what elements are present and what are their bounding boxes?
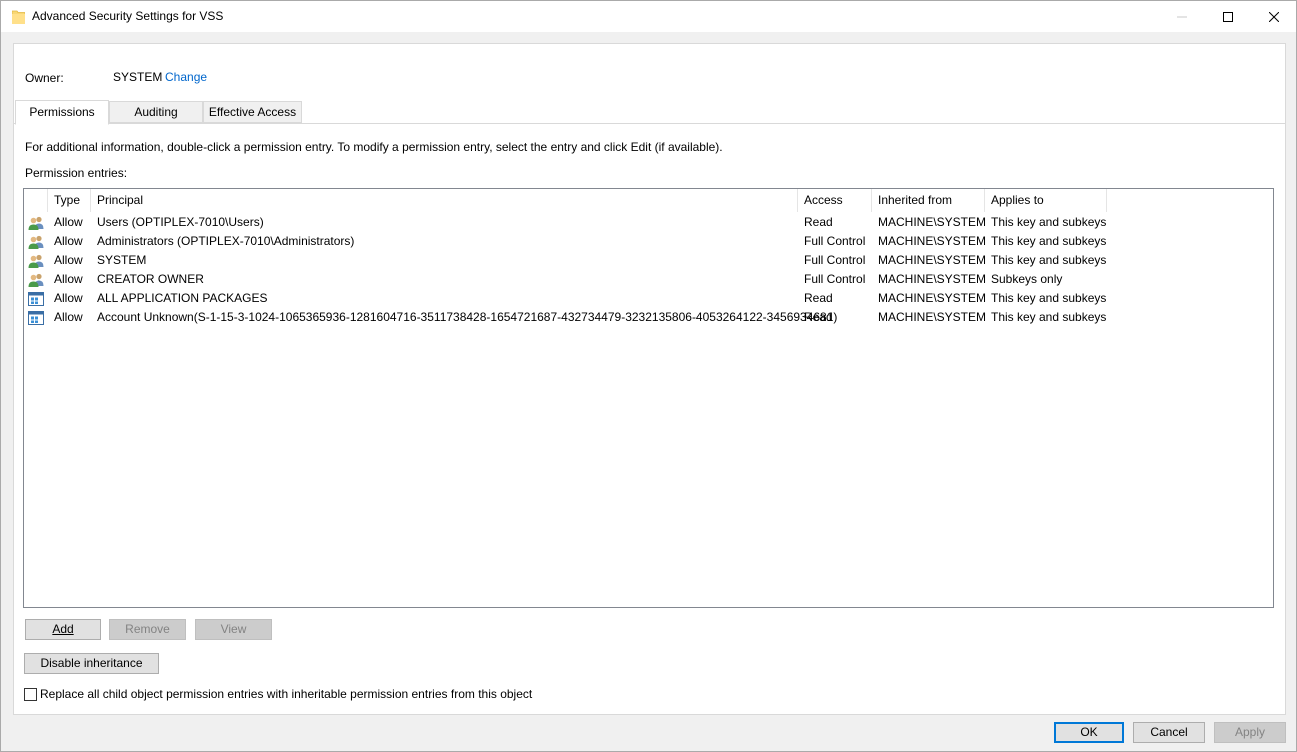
minimize-icon bbox=[1177, 16, 1187, 17]
add-button-label: Add bbox=[52, 622, 74, 636]
ok-button-label: OK bbox=[1080, 725, 1098, 739]
cell-applies-to: This key and subkeys bbox=[991, 215, 1107, 229]
maximize-button[interactable] bbox=[1205, 1, 1251, 32]
cell-inherited-from: MACHINE\SYSTEM bbox=[878, 215, 987, 229]
column-principal[interactable]: Principal bbox=[91, 189, 798, 212]
tab-permissions-label: Permissions bbox=[29, 105, 95, 119]
cancel-button-label: Cancel bbox=[1150, 725, 1188, 739]
replace-child-entries-checkbox[interactable] bbox=[24, 688, 37, 701]
cell-principal: Administrators (OPTIPLEX-7010\Administra… bbox=[97, 234, 355, 248]
dialog-content: Owner: SYSTEM Change Permissions Auditin… bbox=[13, 43, 1286, 715]
cell-principal: SYSTEM bbox=[97, 253, 147, 267]
cell-access: Read bbox=[804, 215, 833, 229]
permission-entries-label: Permission entries: bbox=[25, 166, 128, 180]
window-title: Advanced Security Settings for VSS bbox=[32, 9, 224, 23]
remove-button[interactable]: Remove bbox=[109, 619, 186, 640]
column-access[interactable]: Access bbox=[798, 189, 872, 212]
cell-applies-to: This key and subkeys bbox=[991, 310, 1107, 324]
permission-entries-list[interactable]: Type Principal Access Inherited from App… bbox=[23, 188, 1274, 608]
cell-principal: Account Unknown(S-1-15-3-1024-1065365936… bbox=[97, 310, 838, 324]
info-text: For additional information, double-click… bbox=[25, 140, 723, 154]
cell-type: Allow bbox=[54, 272, 83, 286]
cell-access: Read bbox=[804, 291, 833, 305]
list-header: Type Principal Access Inherited from App… bbox=[24, 189, 1273, 212]
table-row[interactable]: Allow Administrators (OPTIPLEX-7010\Admin… bbox=[24, 232, 1273, 251]
cell-type: Allow bbox=[54, 253, 83, 267]
app-package-icon bbox=[28, 291, 44, 307]
replace-child-entries-label[interactable]: Replace all child object permission entr… bbox=[40, 687, 532, 701]
cell-inherited-from: MACHINE\SYSTEM bbox=[878, 310, 987, 324]
cell-type: Allow bbox=[54, 310, 83, 324]
apply-button[interactable]: Apply bbox=[1214, 722, 1286, 743]
cell-access: Full Control bbox=[804, 253, 866, 267]
tab-permissions[interactable]: Permissions bbox=[15, 100, 109, 125]
cell-type: Allow bbox=[54, 234, 83, 248]
cell-inherited-from: MACHINE\SYSTEM bbox=[878, 291, 987, 305]
close-icon bbox=[1269, 11, 1279, 22]
cell-applies-to: This key and subkeys bbox=[991, 234, 1107, 248]
column-icon[interactable] bbox=[24, 189, 48, 212]
tab-auditing[interactable]: Auditing bbox=[109, 101, 203, 123]
cell-applies-to: This key and subkeys bbox=[991, 291, 1107, 305]
cell-applies-to: This key and subkeys bbox=[991, 253, 1107, 267]
users-group-icon bbox=[28, 215, 44, 231]
cell-principal: Users (OPTIPLEX-7010\Users) bbox=[97, 215, 264, 229]
column-applies-to[interactable]: Applies to bbox=[985, 189, 1107, 212]
minimize-button[interactable] bbox=[1159, 1, 1205, 32]
disable-inheritance-label: Disable inheritance bbox=[40, 656, 143, 670]
remove-button-label: Remove bbox=[125, 622, 170, 636]
view-button-label: View bbox=[220, 622, 247, 636]
tab-auditing-label: Auditing bbox=[134, 105, 178, 119]
cell-inherited-from: MACHINE\SYSTEM bbox=[878, 234, 987, 248]
cell-principal: CREATOR OWNER bbox=[97, 272, 204, 286]
column-type[interactable]: Type bbox=[48, 189, 91, 212]
users-group-icon bbox=[28, 253, 44, 269]
apply-button-label: Apply bbox=[1234, 725, 1266, 739]
add-button[interactable]: Add bbox=[25, 619, 101, 640]
advanced-security-settings-window: Advanced Security Settings for VSS Owner… bbox=[0, 0, 1297, 752]
cell-type: Allow bbox=[54, 215, 83, 229]
owner-label: Owner: bbox=[25, 71, 64, 85]
maximize-icon bbox=[1223, 11, 1233, 22]
column-inherited-from[interactable]: Inherited from bbox=[872, 189, 985, 212]
cell-inherited-from: MACHINE\SYSTEM bbox=[878, 272, 987, 286]
cell-principal: ALL APPLICATION PACKAGES bbox=[97, 291, 268, 305]
cell-type: Allow bbox=[54, 291, 83, 305]
cell-applies-to: Subkeys only bbox=[991, 272, 1063, 286]
table-row[interactable]: Allow Account Unknown(S-1-15-3-1024-10653… bbox=[24, 308, 1273, 327]
tab-effective-access-label: Effective Access bbox=[208, 105, 297, 119]
cancel-button[interactable]: Cancel bbox=[1133, 722, 1205, 743]
owner-value: SYSTEM bbox=[113, 70, 163, 84]
change-owner-link[interactable]: Change bbox=[165, 70, 207, 84]
tab-effective-access[interactable]: Effective Access bbox=[203, 101, 302, 123]
table-row[interactable]: Allow CREATOR OWNER Full Control MACHINE\SY… bbox=[24, 270, 1273, 289]
tab-divider bbox=[14, 123, 1285, 124]
view-button[interactable]: View bbox=[195, 619, 272, 640]
cell-inherited-from: MACHINE\SYSTEM bbox=[878, 253, 987, 267]
cell-access: Read bbox=[804, 310, 833, 324]
disable-inheritance-button[interactable]: Disable inheritance bbox=[24, 653, 159, 674]
close-button[interactable] bbox=[1251, 1, 1297, 32]
table-row[interactable]: Allow ALL APPLICATION PACKAGES Read MACHINE… bbox=[24, 289, 1273, 308]
table-row[interactable]: Allow Users (OPTIPLEX-7010\Users) Read MACH… bbox=[24, 213, 1273, 232]
cell-access: Full Control bbox=[804, 234, 866, 248]
ok-button[interactable]: OK bbox=[1054, 722, 1124, 743]
table-row[interactable]: Allow SYSTEM Full Control MACHINE\SYSTEM Thi… bbox=[24, 251, 1273, 270]
users-group-icon bbox=[28, 234, 44, 250]
title-bar[interactable]: Advanced Security Settings for VSS bbox=[1, 1, 1296, 32]
folder-icon bbox=[12, 10, 25, 24]
users-group-icon bbox=[28, 272, 44, 288]
cell-access: Full Control bbox=[804, 272, 866, 286]
app-package-icon bbox=[28, 310, 44, 326]
